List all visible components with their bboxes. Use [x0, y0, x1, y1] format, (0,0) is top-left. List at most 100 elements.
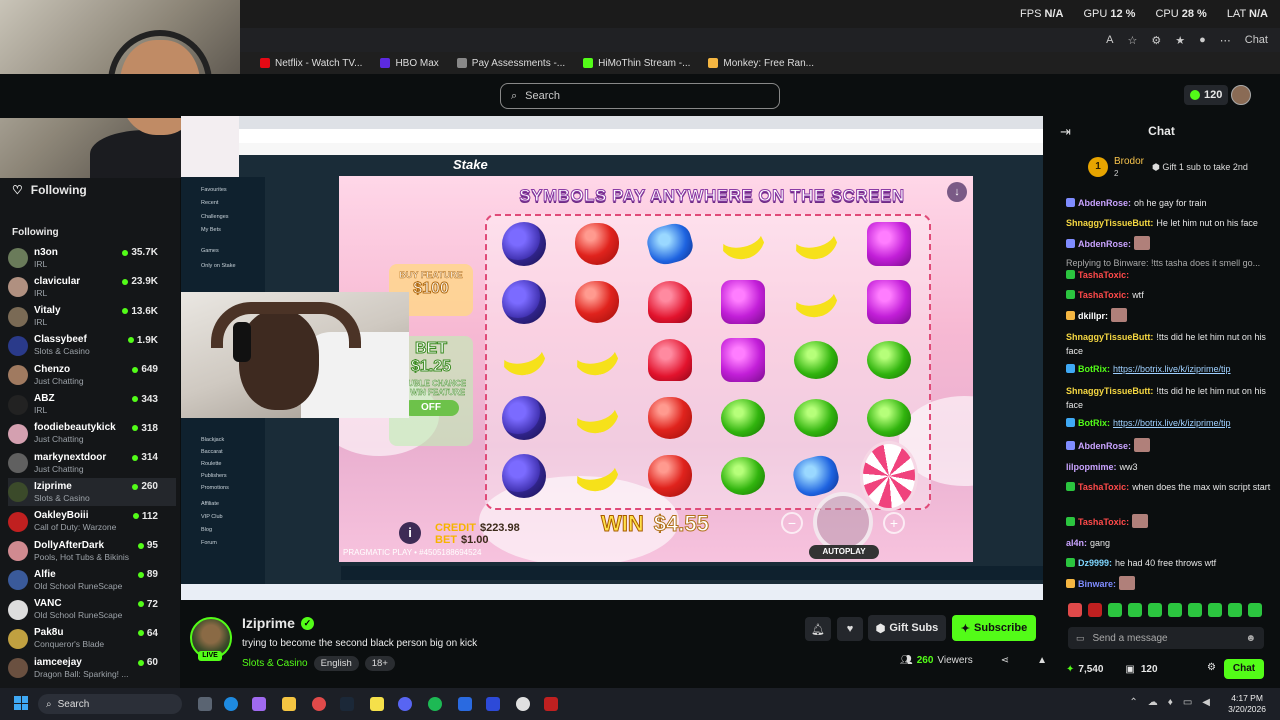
stake-nav-item[interactable]: Blackjack	[201, 437, 224, 443]
kicks-balance[interactable]: 120	[1184, 85, 1229, 105]
chat-username[interactable]: AbdenRose:	[1078, 239, 1131, 249]
emote-icon[interactable]	[1068, 603, 1082, 617]
favorites-icon[interactable]: ★	[1175, 34, 1185, 47]
copilot-chat-button[interactable]: Chat	[1245, 34, 1268, 46]
sidebar-channel-chenzo[interactable]: Chenzo Just Chatting 649	[8, 361, 176, 389]
stake-nav-item[interactable]: Baccarat	[201, 449, 223, 455]
info-icon[interactable]: i	[399, 522, 421, 544]
emoji-icon[interactable]: ☻	[1245, 633, 1256, 644]
bookmark-item[interactable]: HiMoThin Stream -...	[583, 58, 690, 69]
emote-icon[interactable]	[1168, 603, 1182, 617]
bookmark-item[interactable]: Pay Assessments -...	[456, 58, 565, 69]
stake-nav-item[interactable]: Only on Stake	[201, 263, 236, 269]
chat-username[interactable]: Dz9999:	[1078, 558, 1112, 568]
gift-subs-button[interactable]: ⬢ Gift Subs	[868, 615, 946, 641]
app-icon[interactable]	[458, 697, 472, 711]
sidebar-channel-n3on[interactable]: n3on IRL 35.7K	[8, 244, 176, 272]
more-menu-icon[interactable]: ⋯	[1220, 34, 1231, 47]
stake-nav-item[interactable]: Favourites	[201, 187, 227, 193]
sidebar-channel-iamceejay[interactable]: iamceejay Dragon Ball: Sparking! ... 60	[8, 654, 176, 682]
emote-icon[interactable]	[1128, 603, 1142, 617]
mic-icon[interactable]: ♦	[1168, 697, 1173, 708]
settings-gear-icon[interactable]: ⚙	[1207, 662, 1216, 673]
chat-username[interactable]: AbdenRose:	[1078, 441, 1131, 451]
steam-icon[interactable]	[340, 697, 354, 711]
app-icon-2[interactable]	[544, 697, 558, 711]
sidebar-channel-foodiebeautykick[interactable]: foodiebeautykick Just Chatting 318	[8, 420, 176, 448]
emote-icon[interactable]	[1208, 603, 1222, 617]
copilot-icon[interactable]	[252, 697, 266, 711]
minus-bet-button[interactable]: −	[781, 512, 803, 534]
system-tray[interactable]: ⌃ ☁ ♦ ▭ ◀	[1129, 697, 1210, 708]
taskbar-search[interactable]: ⌕ Search	[38, 694, 182, 714]
stake-nav-item[interactable]: Games	[201, 248, 219, 254]
sidebar-channel-oakleyboiii[interactable]: OakleyBoiii Call of Duty: Warzone 112	[8, 508, 176, 536]
stream-category[interactable]: Slots & Casino	[242, 658, 308, 669]
chat-username[interactable]: ShnaggyTissueButt:	[1066, 332, 1153, 342]
stake-nav-item[interactable]: Roulette	[201, 461, 222, 467]
sidebar-channel-iziprime[interactable]: Iziprime Slots & Casino 260	[8, 478, 176, 507]
streamer-name[interactable]: Iziprime	[242, 615, 295, 631]
chat-username[interactable]: TashaToxic:	[1078, 517, 1129, 527]
emote-icon[interactable]	[1108, 603, 1122, 617]
emote-icon[interactable]	[1188, 603, 1202, 617]
stake-nav-item[interactable]: Challenges	[201, 214, 229, 220]
chat-username[interactable]: dkillpr:	[1078, 311, 1108, 321]
stake-nav-item[interactable]: VIP Club	[201, 514, 223, 520]
emote-icon[interactable]	[1228, 603, 1242, 617]
sidebar-channel-pak8u[interactable]: Pak8u Conqueror's Blade 64	[8, 625, 176, 653]
sidebar-channel-alfie[interactable]: Alfie Old School RuneScape 89	[8, 566, 176, 594]
bookmark-item[interactable]: Netflix - Watch TV...	[260, 58, 362, 69]
chrome-icon[interactable]	[312, 697, 326, 711]
search-input[interactable]: ⌕ Search	[500, 83, 780, 109]
autoplay-button[interactable]: AUTOPLAY	[809, 545, 879, 559]
stake-nav-item[interactable]: My Bets	[201, 227, 221, 233]
stake-nav-item[interactable]: Blog	[201, 527, 212, 533]
emote-icon[interactable]	[1248, 603, 1262, 617]
cloud-icon[interactable]: ☁	[1148, 697, 1158, 708]
report-icon[interactable]: ▲	[1037, 655, 1047, 666]
channel-points[interactable]: 7,540	[1078, 664, 1103, 675]
plus-bet-button[interactable]: +	[883, 512, 905, 534]
chat-username[interactable]: TashaToxic:	[1078, 270, 1129, 280]
sidebar-channel-clavicular[interactable]: clavicular IRL 23.9K	[8, 273, 176, 301]
obs-icon[interactable]	[516, 697, 530, 711]
stake-nav-item[interactable]: Affiliate	[201, 501, 219, 507]
chat-username[interactable]: ShnaggyTissueButt:	[1066, 386, 1153, 396]
read-aloud-icon[interactable]: A	[1106, 34, 1113, 46]
task-view-icon[interactable]	[198, 697, 212, 711]
ante-bet-toggle[interactable]: OFF	[403, 400, 459, 416]
profile-icon[interactable]: ●	[1199, 34, 1206, 46]
spotify-icon[interactable]	[428, 697, 442, 711]
sidebar-channel-vitaly[interactable]: Vitaly IRL 13.6K	[8, 303, 176, 331]
share-icon[interactable]: ⋖	[1001, 655, 1009, 666]
tray-chevron-icon[interactable]: ⌃	[1129, 697, 1137, 708]
sidebar-channel-abz[interactable]: ABZ IRL 343	[8, 391, 176, 419]
extensions-icon[interactable]: ⚙	[1151, 34, 1161, 47]
emote-icon[interactable]	[1148, 603, 1162, 617]
windows-start-icon[interactable]	[14, 696, 28, 710]
gift-prompt[interactable]: ⬢ Gift 1 sub to take 2nd	[1152, 162, 1248, 173]
chat-input[interactable]: ▭ Send a message ☻	[1068, 627, 1264, 649]
subscribe-button[interactable]: ✦ Subscribe	[952, 615, 1036, 641]
bookmark-item[interactable]: Monkey: Free Ran...	[708, 58, 814, 69]
chat-link[interactable]: https://botrix.live/k/iziprime/tip	[1113, 364, 1231, 374]
chat-username[interactable]: ShnaggyTissueButt:	[1066, 218, 1153, 228]
chat-username[interactable]: AbdenRose:	[1078, 198, 1131, 208]
chat-username[interactable]: lilpopmime:	[1066, 462, 1117, 472]
stake-nav-item[interactable]: Promotions	[201, 485, 229, 491]
network-icon[interactable]: ▭	[1183, 697, 1192, 708]
edge-icon[interactable]	[224, 697, 238, 711]
stake-nav-item[interactable]: Recent	[201, 200, 218, 206]
user-avatar[interactable]	[1231, 85, 1251, 105]
send-chat-button[interactable]: Chat	[1224, 659, 1264, 679]
tag-language[interactable]: English	[313, 656, 359, 671]
emote-icon[interactable]	[1088, 603, 1102, 617]
notes-icon[interactable]	[370, 697, 384, 711]
chat-kicks[interactable]: 120	[1141, 664, 1158, 675]
sidebar-channel-classybeef[interactable]: Classybeef Slots & Casino 1.9K	[8, 332, 176, 360]
discord-icon[interactable]	[398, 697, 412, 711]
sidebar-channel-vanc[interactable]: VANC Old School RuneScape 72	[8, 596, 176, 624]
file-explorer-icon[interactable]	[282, 697, 296, 711]
following-header[interactable]: ♡ Following	[12, 183, 87, 197]
